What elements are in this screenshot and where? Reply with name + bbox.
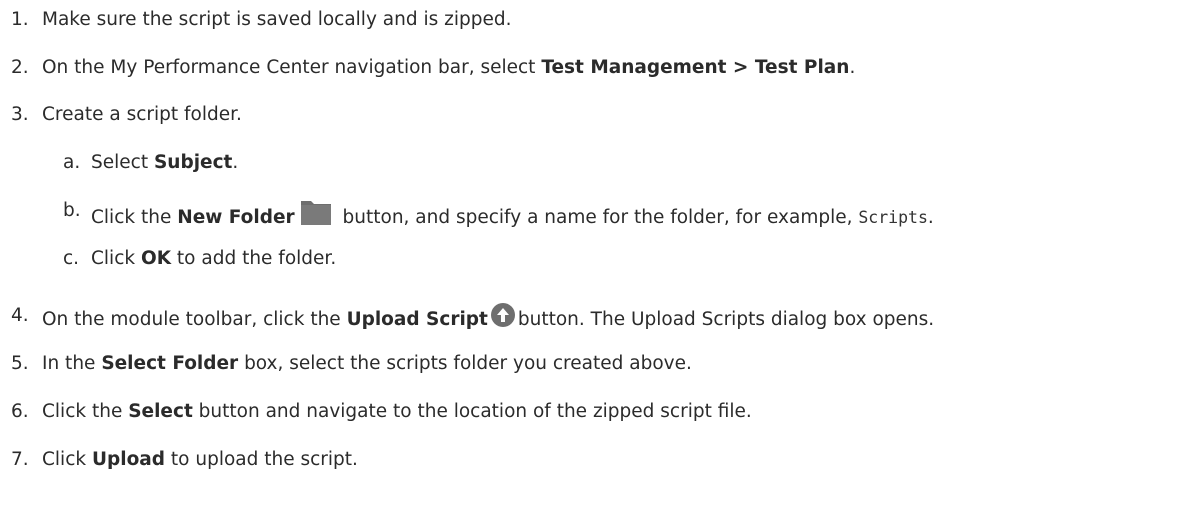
step-text: In the Select Folder box, select the scr… (42, 353, 692, 374)
step-text: Click Upload to upload the script. (42, 449, 358, 470)
ok-label: OK (140, 248, 172, 269)
subject-label: Subject (153, 152, 233, 173)
step-text: Make sure the script is saved locally an… (42, 9, 512, 30)
new-folder-label: New Folder (177, 207, 295, 228)
substep-text: Select Subject. (91, 152, 239, 173)
step-text: Click the Select button and navigate to … (42, 401, 752, 422)
select-label: Select (128, 401, 193, 422)
substep-text: Click OK to add the folder. (91, 248, 337, 269)
folder-name-example: Scripts (858, 208, 928, 227)
step-text: On the module toolbar, click the Upload … (42, 303, 934, 333)
menu-path: Test Management > Test Plan (541, 57, 850, 78)
upload-label: Upload (91, 449, 166, 470)
select-folder-label: Select Folder (101, 353, 239, 374)
step-text: Create a script folder. (42, 104, 242, 125)
new-folder-icon (299, 198, 333, 226)
instructions-document: 1. Make sure the script is saved locally… (0, 0, 1201, 506)
upload-script-label: Upload Script (346, 309, 488, 330)
substep-text: Click the New Folder button, and specify… (91, 198, 934, 231)
step-text: On the My Performance Center navigation … (42, 57, 856, 78)
upload-script-icon (490, 303, 515, 327)
